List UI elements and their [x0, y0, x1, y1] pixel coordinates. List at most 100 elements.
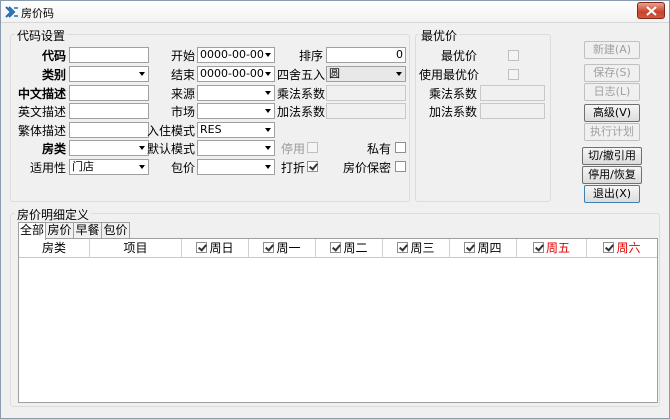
private-label: 私有 — [366, 142, 391, 156]
use-best-price-checkbox[interactable] — [508, 69, 519, 80]
chevron-down-icon — [265, 165, 271, 169]
close-icon — [646, 6, 657, 16]
app-logo-icon — [5, 6, 18, 18]
default-mode-select[interactable] — [197, 140, 275, 156]
rounding-label: 四舍五入 — [277, 68, 326, 82]
en-desc-input[interactable] — [69, 103, 149, 119]
saturday-checkbox[interactable] — [603, 242, 615, 253]
thursday-checkbox[interactable] — [464, 242, 476, 253]
exit-button[interactable]: 退出(X) — [584, 185, 640, 203]
room-type-select[interactable] — [69, 140, 149, 156]
rate-detail-grid[interactable]: 房类 项目 周日 周一 周二 周三 周四 周五 周六 — [18, 238, 658, 403]
tab-all[interactable]: 全部 — [18, 222, 46, 240]
wednesday-checkbox[interactable] — [397, 242, 409, 253]
chevron-down-icon — [139, 146, 145, 150]
thursday-label: 周四 — [477, 241, 502, 255]
tuesday-checkbox[interactable] — [330, 242, 342, 253]
mult-coef-label: 乘法系数 — [277, 87, 326, 101]
source-select[interactable] — [197, 85, 275, 101]
code-settings-legend: 代码设置 — [15, 27, 68, 44]
best-price-legend: 最优价 — [419, 27, 460, 44]
sunday-checkbox[interactable] — [196, 242, 208, 253]
discount-checkbox[interactable] — [307, 161, 318, 172]
col-friday[interactable]: 周五 — [517, 239, 587, 258]
exec-plan-button[interactable]: 执行计划 — [584, 123, 640, 141]
start-date-select[interactable]: 0000-00-00 — [197, 47, 275, 63]
sort-input[interactable]: 0 — [326, 47, 406, 63]
window-title: 房价码 — [21, 7, 54, 20]
rounding-select[interactable]: 圆 — [326, 66, 406, 82]
col-wednesday[interactable]: 周三 — [383, 239, 450, 258]
package-select[interactable] — [197, 159, 275, 175]
col-sunday[interactable]: 周日 — [182, 239, 249, 258]
checkin-mode-value: RES — [200, 123, 222, 136]
applicability-select[interactable]: 门店 — [69, 159, 149, 175]
mult-coef-input[interactable] — [326, 85, 406, 101]
add-coef-input[interactable] — [326, 103, 406, 119]
start-label: 开始 — [170, 49, 195, 63]
col-monday[interactable]: 周一 — [249, 239, 316, 258]
disabled-label: 停用 — [281, 142, 306, 156]
rate-code-window: 房价码 代码设置 代码 类别 中文描述 英文描述 繁体描述 房类 适用性 门店 … — [0, 0, 670, 419]
save-button[interactable]: 保存(S) — [584, 64, 640, 82]
monday-label: 周一 — [276, 241, 301, 255]
col-thursday[interactable]: 周四 — [450, 239, 517, 258]
checkin-mode-select[interactable]: RES — [197, 122, 275, 138]
col-saturday[interactable]: 周六 — [587, 239, 657, 258]
tab-package[interactable]: 包价 — [101, 222, 130, 239]
col-tuesday[interactable]: 周二 — [316, 239, 383, 258]
code-input[interactable] — [69, 47, 149, 63]
package-label: 包价 — [170, 161, 195, 175]
tab-room-rate[interactable]: 房价 — [45, 222, 74, 239]
log-button[interactable]: 日志(L) — [584, 83, 640, 101]
disable-restore-button[interactable]: 停用/恢复 — [582, 166, 642, 184]
monday-checkbox[interactable] — [263, 242, 275, 253]
advanced-button[interactable]: 高级(V) — [584, 104, 640, 122]
chevron-down-icon — [265, 72, 271, 76]
category-select[interactable] — [69, 66, 149, 82]
col-item[interactable]: 项目 — [90, 239, 182, 258]
col-room-type[interactable]: 房类 — [19, 239, 90, 258]
rounding-value: 圆 — [329, 67, 340, 80]
end-date-value: 0000-00-00 — [200, 67, 264, 80]
chevron-down-icon — [265, 53, 271, 57]
sort-label: 排序 — [298, 49, 323, 63]
best-mult-coef-input[interactable] — [480, 85, 545, 101]
best-add-coef-label: 加法系数 — [428, 105, 477, 119]
tc-desc-input[interactable] — [69, 122, 149, 138]
wednesday-label: 周三 — [410, 241, 435, 255]
add-coef-label: 加法系数 — [277, 105, 326, 119]
grid-header: 房类 项目 周日 周一 周二 周三 周四 周五 周六 — [19, 239, 657, 258]
cn-desc-input[interactable] — [69, 85, 149, 101]
cn-desc-label: 中文描述 — [17, 87, 66, 101]
market-select[interactable] — [197, 103, 275, 119]
cut-ref-button[interactable]: 切/撤引用 — [582, 147, 642, 165]
use-best-price-label: 使用最优价 — [419, 68, 480, 82]
disabled-checkbox[interactable] — [307, 142, 318, 153]
saturday-label: 周六 — [616, 241, 641, 255]
best-add-coef-input[interactable] — [480, 103, 545, 119]
applicability-label: 适用性 — [29, 161, 66, 175]
detail-legend: 房价明细定义 — [15, 206, 92, 223]
friday-checkbox[interactable] — [532, 242, 544, 253]
end-label: 结束 — [170, 68, 195, 82]
chevron-down-icon — [396, 72, 402, 76]
discount-label: 打折 — [281, 161, 306, 175]
new-button[interactable]: 新建(A) — [584, 41, 640, 59]
tab-breakfast[interactable]: 早餐 — [73, 222, 102, 239]
code-label: 代码 — [41, 49, 66, 63]
default-mode-label: 默认模式 — [147, 142, 196, 156]
end-date-select[interactable]: 0000-00-00 — [197, 66, 275, 82]
checkin-mode-label: 入住模式 — [147, 124, 196, 138]
best-price-label: 最优价 — [440, 49, 477, 63]
best-price-checkbox[interactable] — [508, 50, 519, 61]
private-checkbox[interactable] — [395, 142, 406, 153]
start-date-value: 0000-00-00 — [200, 48, 264, 61]
sunday-label: 周日 — [209, 241, 234, 255]
close-button[interactable] — [637, 2, 665, 19]
price-secret-checkbox[interactable] — [395, 161, 406, 172]
best-mult-coef-label: 乘法系数 — [428, 87, 477, 101]
applicability-value: 门店 — [72, 160, 94, 173]
chevron-down-icon — [265, 128, 271, 132]
price-secret-label: 房价保密 — [342, 161, 391, 175]
